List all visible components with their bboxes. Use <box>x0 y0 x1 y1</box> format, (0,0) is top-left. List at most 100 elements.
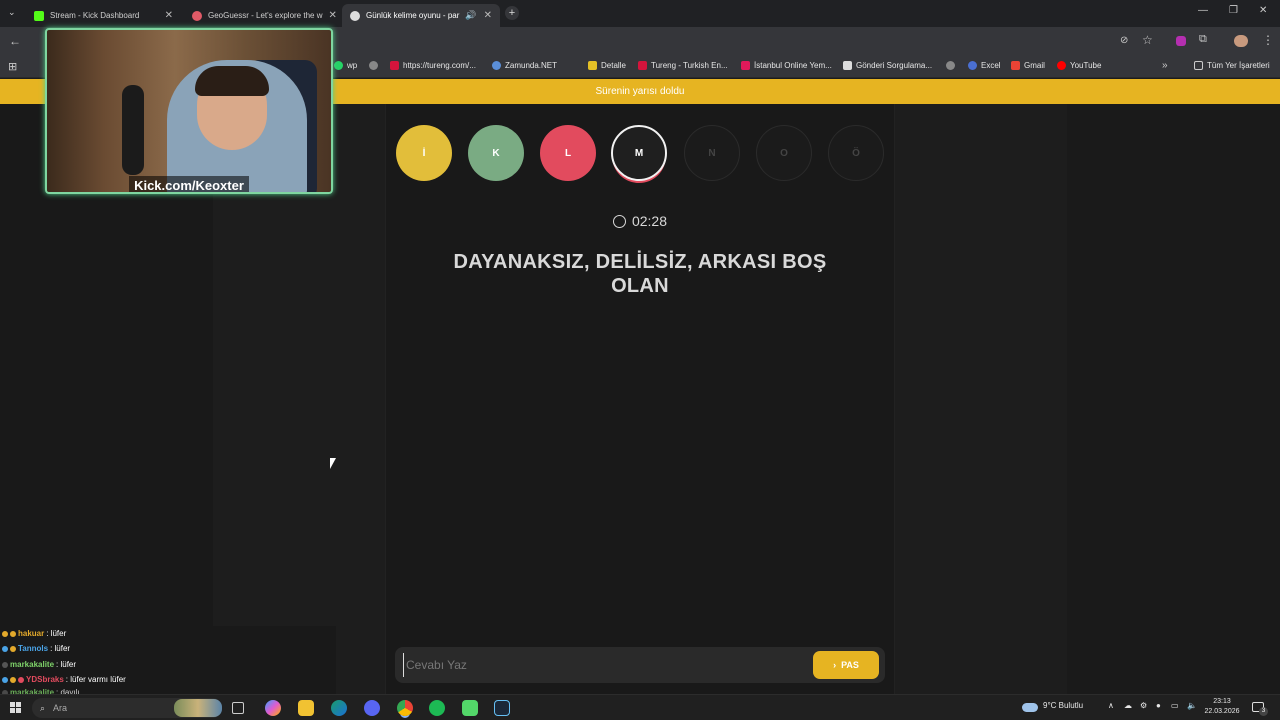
youtube-icon <box>1057 61 1066 70</box>
close-window-button[interactable]: ✕ <box>1259 5 1267 16</box>
letter-circle: N <box>684 125 740 181</box>
chat-message: hakuar: lüfer <box>2 629 66 638</box>
badge-icon <box>2 645 8 652</box>
puzzle-icon[interactable]: ⧉ <box>1199 33 1207 46</box>
menu-kebab-icon[interactable]: ⋮ <box>1262 33 1274 47</box>
back-icon[interactable]: ← <box>9 34 21 48</box>
chat-message: YDSbraks: lüfer varmı lüfer <box>2 675 126 684</box>
tab-kick-dashboard[interactable]: Stream - Kick Dashboard ✕ <box>26 4 181 27</box>
tab-list-chevron-icon[interactable]: ⌄ <box>8 7 16 18</box>
tab-gunluk-kelime[interactable]: Günlük kelime oyunu - par 🔊 ✕ <box>342 4 500 27</box>
bookmark-gmail[interactable]: Gmail <box>1011 61 1045 70</box>
chat-user: markakalite <box>10 660 55 669</box>
bookmark-wp[interactable]: wp <box>334 61 357 70</box>
tray-network-icon[interactable]: ☁ <box>1124 701 1132 710</box>
timer: 02:28 <box>585 212 695 230</box>
gmail-icon <box>1011 61 1020 70</box>
taskbar-search[interactable]: ⌕ Ara <box>32 698 222 718</box>
tureng-icon <box>390 61 399 70</box>
close-tab-icon[interactable]: ✕ <box>484 10 492 21</box>
whatsapp-icon <box>334 61 343 70</box>
letter-circle: K <box>468 125 524 181</box>
bookmark-all[interactable]: Tüm Yer İşaretleri <box>1194 61 1270 70</box>
tray-chevron-icon[interactable]: ∧ <box>1108 701 1114 710</box>
star-bookmark-icon[interactable]: ☆ <box>1142 33 1153 47</box>
close-tab-icon[interactable]: ✕ <box>165 10 173 21</box>
clock-icon <box>612 214 626 228</box>
excel-icon <box>968 61 977 70</box>
copilot-icon[interactable] <box>265 700 281 716</box>
mouse-cursor <box>330 458 336 469</box>
tab-title: Günlük kelime oyunu - par <box>366 11 460 20</box>
speaker-icon[interactable]: 🔊 <box>465 10 476 21</box>
letter-circle: İ <box>396 125 452 181</box>
wifi-icon[interactable]: ▭ <box>1171 701 1179 710</box>
bookmark-globe[interactable] <box>369 61 378 70</box>
edge-icon[interactable] <box>331 700 347 716</box>
chat-text: : lüfer <box>56 660 77 669</box>
bookmark-detalle[interactable]: Detalle <box>588 61 626 70</box>
right-gutter <box>895 104 1067 694</box>
badge-icon <box>18 676 24 683</box>
apps-grid-icon[interactable]: ⊞ <box>8 60 17 73</box>
restore-window-button[interactable]: ❐ <box>1229 5 1238 16</box>
file-explorer-icon[interactable] <box>298 700 314 716</box>
extension-icon[interactable] <box>1176 36 1186 46</box>
eye-off-icon[interactable]: ⊘ <box>1120 35 1128 46</box>
tray-app-icon[interactable]: ⚙ <box>1140 701 1147 710</box>
weather-text[interactable]: 9°C Bulutlu <box>1043 701 1083 710</box>
streamer-hair <box>195 66 269 96</box>
tureng-icon <box>638 61 647 70</box>
chat-user: YDSbraks <box>26 675 64 684</box>
minimize-window-button[interactable]: — <box>1198 5 1208 16</box>
windows-taskbar: ⌕ Ara 9°C Bulutlu ∧ ☁ ⚙ ● ▭ 🔈 23:13 22.0… <box>0 694 1280 720</box>
bookmark-gonderi[interactable]: Gönderi Sorgulama... <box>843 61 932 70</box>
discord-icon[interactable] <box>364 700 380 716</box>
search-icon: ⌕ <box>40 702 46 713</box>
bookmark-globe-2[interactable] <box>946 61 955 70</box>
timer-value: 02:28 <box>631 213 668 229</box>
chat-message: Tannols: lüfer <box>2 644 70 653</box>
bookmark-zamunda[interactable]: Zamunda.NET <box>492 61 557 70</box>
tab-title: Stream - Kick Dashboard <box>50 11 140 20</box>
clock-time: 23:13 <box>1213 698 1231 705</box>
folder-icon <box>1194 61 1203 70</box>
globe-icon <box>369 61 378 70</box>
chat-message: markakalite: lüfer <box>2 660 76 669</box>
bookmark-tureng-url[interactable]: https://tureng.com/... <box>390 61 476 70</box>
chat-text: : lüfer varmı lüfer <box>65 675 126 684</box>
letter-circle: O <box>756 125 812 181</box>
windows-start-icon[interactable] <box>10 702 21 713</box>
chat-user: hakuar <box>18 629 45 638</box>
answer-input[interactable] <box>403 653 803 677</box>
postal-icon <box>843 61 852 70</box>
game-column <box>385 104 895 694</box>
close-tab-icon[interactable]: ✕ <box>328 10 336 21</box>
chat-text: : lüfer <box>50 644 71 653</box>
streaming-app-icon[interactable] <box>462 700 478 716</box>
microphone-icon[interactable]: ● <box>1156 701 1161 710</box>
weather-cloud-icon[interactable] <box>1022 703 1038 712</box>
steam-icon[interactable] <box>494 700 510 716</box>
bookmark-istanbul-online[interactable]: İstanbul Online Yem... <box>741 61 832 70</box>
spotify-icon[interactable] <box>429 700 445 716</box>
chat-text: : lüfer <box>46 629 67 638</box>
tab-geoguessr[interactable]: GeoGuessr - Let's explore the w ✕ <box>184 4 339 27</box>
volume-icon[interactable]: 🔈 <box>1187 701 1197 710</box>
clock[interactable]: 23:13 22.03.2026 <box>1202 697 1242 717</box>
bookmark-excel[interactable]: Excel <box>968 61 1001 70</box>
detalle-icon <box>588 61 597 70</box>
bookmark-youtube[interactable]: YouTube <box>1057 61 1101 70</box>
badge-icon <box>10 645 16 652</box>
globe-icon <box>946 61 955 70</box>
task-view-icon[interactable] <box>232 702 244 714</box>
profile-avatar-icon[interactable] <box>1234 35 1248 47</box>
banner-text: Sürenin yarısı doldu <box>595 86 685 97</box>
new-tab-button[interactable]: + <box>505 6 519 20</box>
pass-button[interactable]: › PAS <box>813 651 879 679</box>
clock-date: 22.03.2026 <box>1204 708 1240 715</box>
bookmark-tureng[interactable]: Tureng - Turkish En... <box>638 61 728 70</box>
chrome-icon[interactable] <box>397 700 413 716</box>
right-panel <box>1067 104 1280 694</box>
more-bookmarks-chevron-icon[interactable]: » <box>1162 60 1168 71</box>
